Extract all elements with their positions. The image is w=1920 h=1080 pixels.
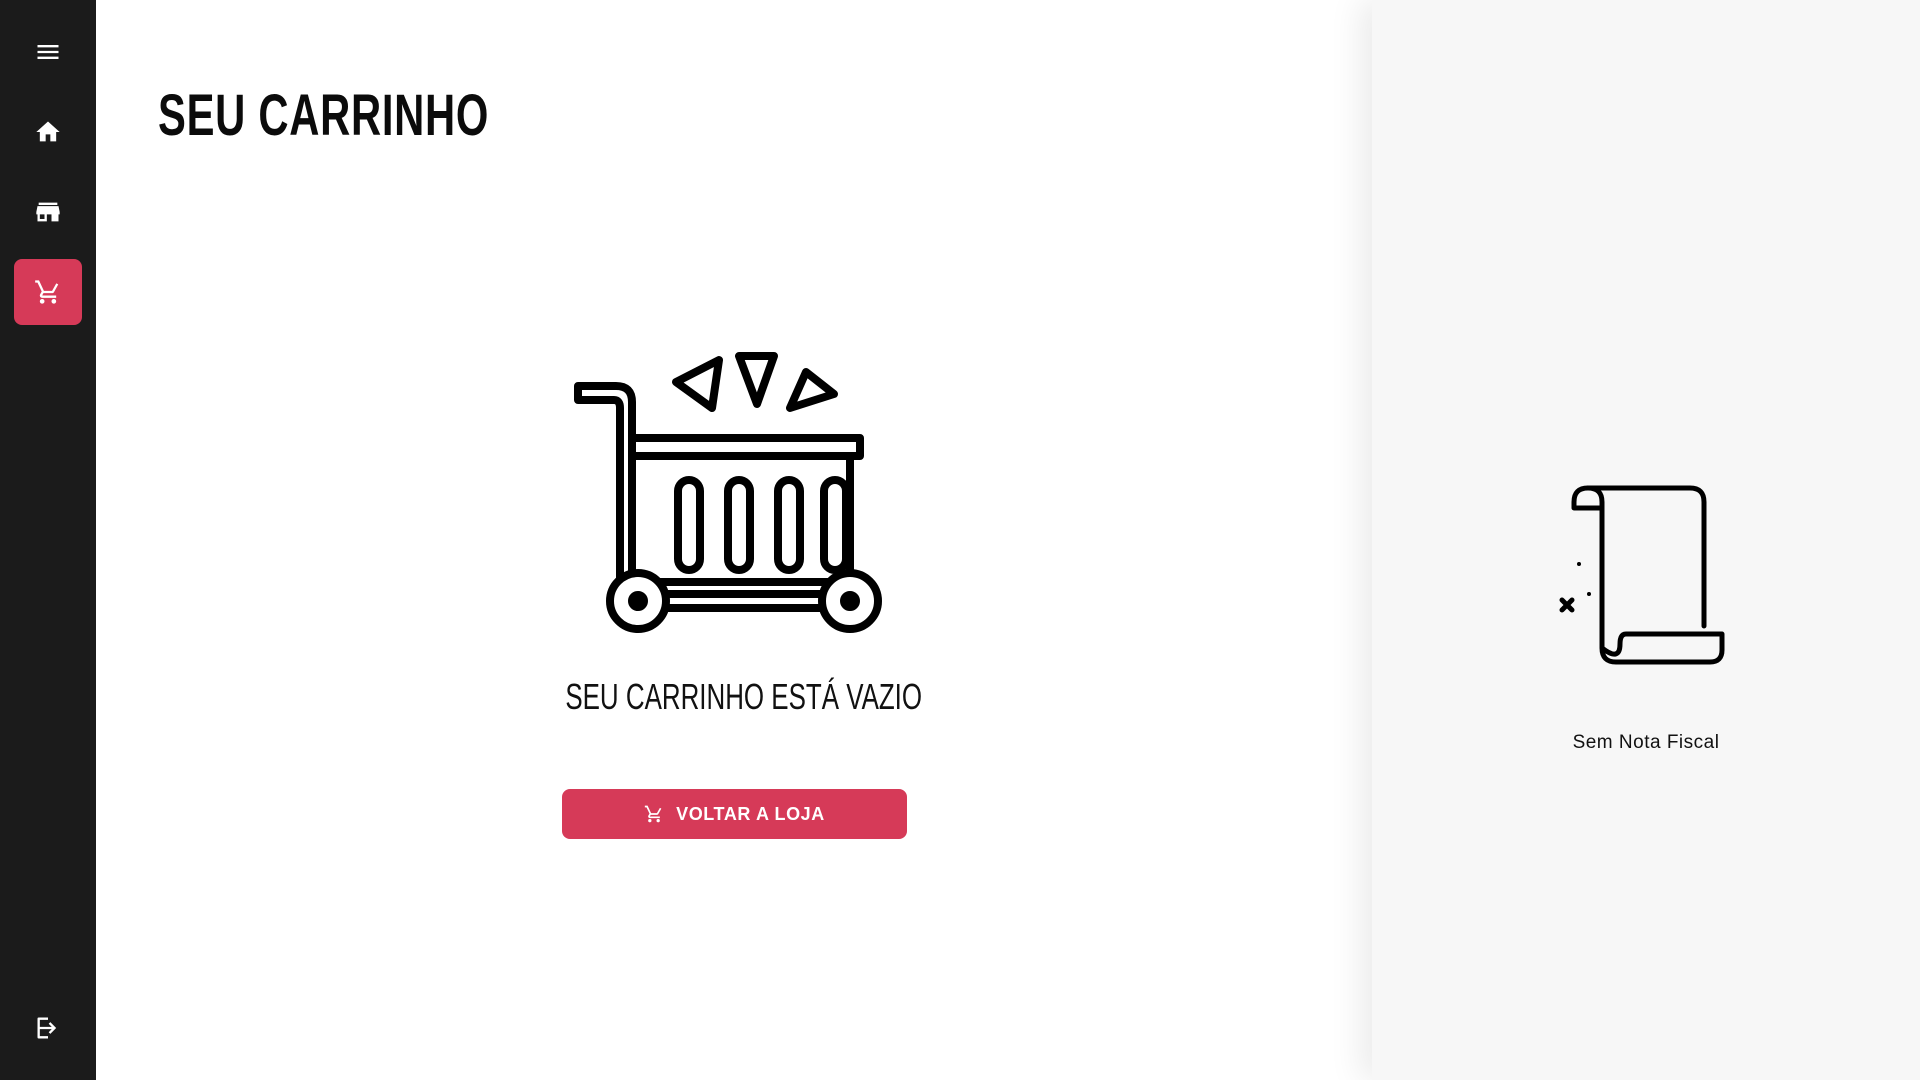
sidebar-item-cart[interactable] xyxy=(14,259,82,325)
receipt-panel: Sem Nota Fiscal xyxy=(1372,0,1920,1080)
no-receipt-message: Sem Nota Fiscal xyxy=(1572,732,1720,753)
menu-button[interactable] xyxy=(14,19,82,85)
back-to-store-button[interactable]: VOLTAR A LOJA xyxy=(562,789,907,839)
sidebar-item-home[interactable] xyxy=(14,99,82,165)
empty-cart-illustration xyxy=(574,352,882,633)
menu-icon xyxy=(37,45,59,59)
sidebar-item-store[interactable] xyxy=(14,179,82,245)
logout-button[interactable] xyxy=(14,995,82,1061)
cart-icon xyxy=(644,805,662,823)
cart-main: SEU CARRINHO SEU CARRINHO ESTÁ VAZIO VOL… xyxy=(96,0,1372,1080)
logout-icon xyxy=(37,1017,57,1039)
store-icon xyxy=(36,202,60,222)
cart-icon xyxy=(35,280,59,304)
page-title: SEU CARRINHO xyxy=(158,83,490,148)
sidebar xyxy=(0,0,96,1080)
no-receipt-scroll-illustration xyxy=(1559,485,1725,665)
empty-cart-message: SEU CARRINHO ESTÁ VAZIO xyxy=(565,676,923,717)
back-to-store-label: VOLTAR A LOJA xyxy=(676,803,825,824)
home-icon xyxy=(36,121,60,142)
